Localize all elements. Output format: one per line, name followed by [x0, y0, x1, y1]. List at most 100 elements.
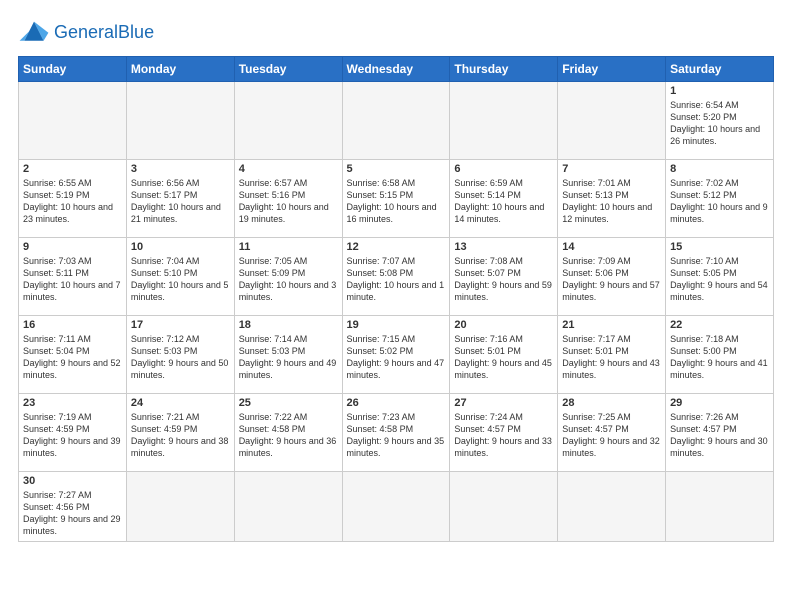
calendar-cell-2-6: 15 Sunrise: 7:10 AMSunset: 5:05 PMDayligh…: [666, 238, 774, 316]
col-tuesday: Tuesday: [234, 57, 342, 82]
calendar-cell-4-1: 24Sunrise: 7:21 AMSunset: 4:59 PMDayligh…: [126, 394, 234, 472]
calendar-cell-2-5: 14Sunrise: 7:09 AMSunset: 5:06 PMDayligh…: [558, 238, 666, 316]
calendar-cell-2-0: 9 Sunrise: 7:03 AMSunset: 5:11 PMDaylight…: [19, 238, 127, 316]
calendar-cell-1-5: 7Sunrise: 7:01 AMSunset: 5:13 PMDaylight…: [558, 160, 666, 238]
calendar-cell-2-2: 11 Sunrise: 7:05 AMSunset: 5:09 PMDayligh…: [234, 238, 342, 316]
calendar-cell-4-5: 28 Sunrise: 7:25 AMSunset: 4:57 PMDayligh…: [558, 394, 666, 472]
day-number: 2: [23, 163, 122, 175]
day-number: 26: [347, 397, 446, 409]
calendar-header: Sunday Monday Tuesday Wednesday Thursday…: [19, 57, 774, 82]
calendar-week-5: 30 Sunrise: 7:27 AMSunset: 4:56 PMDayligh…: [19, 472, 774, 542]
day-number: 28: [562, 397, 661, 409]
day-number: 14: [562, 241, 661, 253]
day-info: Sunrise: 7:17 AMSunset: 5:01 PMDaylight:…: [562, 333, 661, 382]
day-number: 1: [670, 85, 769, 97]
day-number: 13: [454, 241, 553, 253]
day-info: Sunrise: 7:18 AMSunset: 5:00 PMDaylight:…: [670, 333, 769, 382]
day-number: 20: [454, 319, 553, 331]
day-number: 7: [562, 163, 661, 175]
day-number: 15: [670, 241, 769, 253]
calendar-cell-1-1: 3Sunrise: 6:56 AMSunset: 5:17 PMDaylight…: [126, 160, 234, 238]
day-info: Sunrise: 6:57 AMSunset: 5:16 PMDaylight:…: [239, 177, 338, 226]
calendar-week-2: 9 Sunrise: 7:03 AMSunset: 5:11 PMDaylight…: [19, 238, 774, 316]
calendar-cell-2-3: 12Sunrise: 7:07 AMSunset: 5:08 PMDayligh…: [342, 238, 450, 316]
day-number: 21: [562, 319, 661, 331]
day-info: Sunrise: 6:58 AMSunset: 5:15 PMDaylight:…: [347, 177, 446, 226]
day-info: Sunrise: 7:04 AMSunset: 5:10 PMDaylight:…: [131, 255, 230, 304]
day-info: Sunrise: 6:59 AMSunset: 5:14 PMDaylight:…: [454, 177, 553, 226]
calendar-cell-5-3: [342, 472, 450, 542]
day-info: Sunrise: 7:24 AMSunset: 4:57 PMDaylight:…: [454, 411, 553, 460]
logo: GeneralBlue: [18, 18, 154, 46]
calendar-cell-5-2: [234, 472, 342, 542]
calendar-cell-4-0: 23Sunrise: 7:19 AMSunset: 4:59 PMDayligh…: [19, 394, 127, 472]
calendar-cell-5-1: [126, 472, 234, 542]
day-info: Sunrise: 7:05 AMSunset: 5:09 PMDaylight:…: [239, 255, 338, 304]
day-info: Sunrise: 7:19 AMSunset: 4:59 PMDaylight:…: [23, 411, 122, 460]
col-saturday: Saturday: [666, 57, 774, 82]
col-monday: Monday: [126, 57, 234, 82]
calendar-week-4: 23Sunrise: 7:19 AMSunset: 4:59 PMDayligh…: [19, 394, 774, 472]
day-info: Sunrise: 7:16 AMSunset: 5:01 PMDaylight:…: [454, 333, 553, 382]
day-info: Sunrise: 7:07 AMSunset: 5:08 PMDaylight:…: [347, 255, 446, 304]
calendar-week-3: 16 Sunrise: 7:11 AMSunset: 5:04 PMDayligh…: [19, 316, 774, 394]
calendar-week-1: 2 Sunrise: 6:55 AMSunset: 5:19 PMDaylight…: [19, 160, 774, 238]
day-number: 25: [239, 397, 338, 409]
day-info: Sunrise: 6:54 AMSunset: 5:20 PMDaylight:…: [670, 99, 769, 148]
calendar-cell-0-5: [558, 82, 666, 160]
day-info: Sunrise: 7:27 AMSunset: 4:56 PMDaylight:…: [23, 489, 122, 538]
col-friday: Friday: [558, 57, 666, 82]
day-number: 10: [131, 241, 230, 253]
day-number: 16: [23, 319, 122, 331]
day-info: Sunrise: 7:12 AMSunset: 5:03 PMDaylight:…: [131, 333, 230, 382]
day-info: Sunrise: 7:25 AMSunset: 4:57 PMDaylight:…: [562, 411, 661, 460]
calendar-cell-1-0: 2 Sunrise: 6:55 AMSunset: 5:19 PMDaylight…: [19, 160, 127, 238]
calendar-cell-3-5: 21 Sunrise: 7:17 AMSunset: 5:01 PMDayligh…: [558, 316, 666, 394]
day-info: Sunrise: 6:55 AMSunset: 5:19 PMDaylight:…: [23, 177, 122, 226]
calendar-body: 1 Sunrise: 6:54 AMSunset: 5:20 PMDaylight…: [19, 82, 774, 542]
day-number: 9: [23, 241, 122, 253]
col-wednesday: Wednesday: [342, 57, 450, 82]
calendar-cell-5-4: [450, 472, 558, 542]
day-info: Sunrise: 7:02 AMSunset: 5:12 PMDaylight:…: [670, 177, 769, 226]
day-info: Sunrise: 7:21 AMSunset: 4:59 PMDaylight:…: [131, 411, 230, 460]
day-number: 30: [23, 475, 122, 487]
calendar-cell-0-6: 1 Sunrise: 6:54 AMSunset: 5:20 PMDaylight…: [666, 82, 774, 160]
day-number: 19: [347, 319, 446, 331]
day-number: 6: [454, 163, 553, 175]
calendar-cell-1-6: 8 Sunrise: 7:02 AMSunset: 5:12 PMDaylight…: [666, 160, 774, 238]
day-info: Sunrise: 7:11 AMSunset: 5:04 PMDaylight:…: [23, 333, 122, 382]
day-number: 29: [670, 397, 769, 409]
calendar-cell-0-1: [126, 82, 234, 160]
calendar-cell-2-4: 13 Sunrise: 7:08 AMSunset: 5:07 PMDayligh…: [450, 238, 558, 316]
day-number: 11: [239, 241, 338, 253]
calendar-cell-2-1: 10 Sunrise: 7:04 AMSunset: 5:10 PMDayligh…: [126, 238, 234, 316]
calendar-cell-3-6: 22 Sunrise: 7:18 AMSunset: 5:00 PMDayligh…: [666, 316, 774, 394]
day-number: 17: [131, 319, 230, 331]
calendar-week-0: 1 Sunrise: 6:54 AMSunset: 5:20 PMDaylight…: [19, 82, 774, 160]
calendar-cell-4-2: 25Sunrise: 7:22 AMSunset: 4:58 PMDayligh…: [234, 394, 342, 472]
page: GeneralBlue Sunday Monday Tuesday Wednes…: [0, 0, 792, 612]
calendar-cell-3-4: 20 Sunrise: 7:16 AMSunset: 5:01 PMDayligh…: [450, 316, 558, 394]
day-info: Sunrise: 7:03 AMSunset: 5:11 PMDaylight:…: [23, 255, 122, 304]
day-number: 8: [670, 163, 769, 175]
day-info: Sunrise: 7:08 AMSunset: 5:07 PMDaylight:…: [454, 255, 553, 304]
calendar-cell-1-4: 6 Sunrise: 6:59 AMSunset: 5:14 PMDaylight…: [450, 160, 558, 238]
calendar-cell-3-1: 17 Sunrise: 7:12 AMSunset: 5:03 PMDayligh…: [126, 316, 234, 394]
calendar-cell-0-2: [234, 82, 342, 160]
logo-text: GeneralBlue: [54, 23, 154, 41]
day-number: 22: [670, 319, 769, 331]
calendar-cell-3-0: 16 Sunrise: 7:11 AMSunset: 5:04 PMDayligh…: [19, 316, 127, 394]
day-number: 4: [239, 163, 338, 175]
header: GeneralBlue: [18, 18, 774, 46]
calendar-table: Sunday Monday Tuesday Wednesday Thursday…: [18, 56, 774, 542]
calendar-cell-0-0: [19, 82, 127, 160]
calendar-cell-5-0: 30 Sunrise: 7:27 AMSunset: 4:56 PMDayligh…: [19, 472, 127, 542]
day-info: Sunrise: 6:56 AMSunset: 5:17 PMDaylight:…: [131, 177, 230, 226]
calendar-cell-4-6: 29Sunrise: 7:26 AMSunset: 4:57 PMDayligh…: [666, 394, 774, 472]
calendar-cell-0-3: [342, 82, 450, 160]
day-info: Sunrise: 7:15 AMSunset: 5:02 PMDaylight:…: [347, 333, 446, 382]
calendar-cell-3-2: 18Sunrise: 7:14 AMSunset: 5:03 PMDayligh…: [234, 316, 342, 394]
day-info: Sunrise: 7:10 AMSunset: 5:05 PMDaylight:…: [670, 255, 769, 304]
calendar-cell-1-3: 5Sunrise: 6:58 AMSunset: 5:15 PMDaylight…: [342, 160, 450, 238]
